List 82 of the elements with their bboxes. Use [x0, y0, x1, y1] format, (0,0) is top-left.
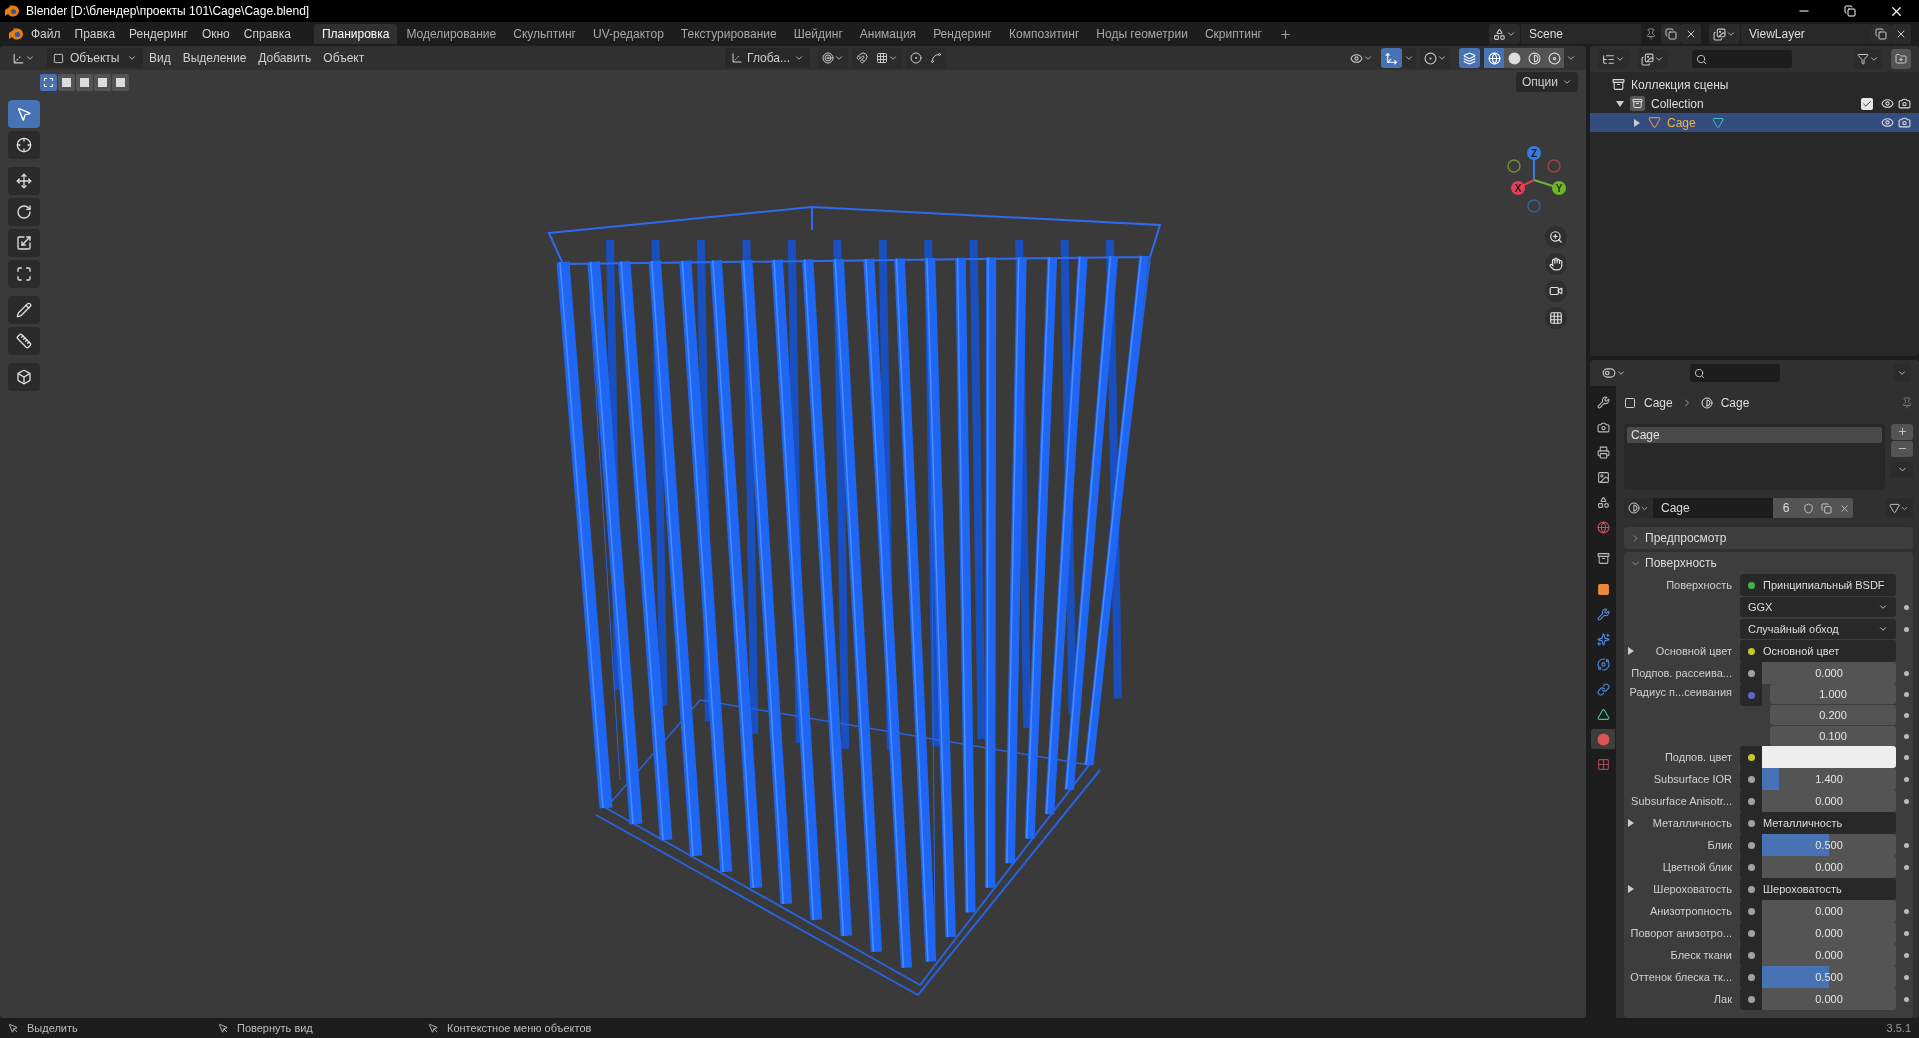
number-field[interactable]: 0.000: [1762, 790, 1896, 812]
axis-label: X: [1514, 182, 1522, 194]
menu-item[interactable]: Вид: [143, 48, 177, 68]
view-layer-name-field[interactable]: ViewLayer: [1741, 24, 1871, 44]
workspace-tab[interactable]: Ноды геометрии: [1088, 24, 1196, 44]
number-field[interactable]: 0.000: [1762, 944, 1896, 966]
number-field[interactable]: 0.000: [1762, 856, 1896, 878]
breadcrumb-item: Cage: [1720, 394, 1750, 412]
menu-item[interactable]: Выделение: [176, 48, 253, 68]
version-label: 3.5.1: [1886, 1020, 1911, 1036]
workspace-tab[interactable]: UV-редактор: [584, 24, 672, 44]
outliner-row[interactable]: Collection: [1590, 94, 1919, 113]
scene-name-field[interactable]: Scene: [1521, 24, 1641, 44]
outliner-row[interactable]: Коллекция сцены: [1590, 75, 1919, 94]
number-field[interactable]: 0.000: [1762, 662, 1896, 684]
menu-item[interactable]: Добавить: [252, 48, 318, 68]
workspace-tab[interactable]: Композитинг: [1000, 24, 1088, 44]
number-field[interactable]: 0.000: [1762, 922, 1896, 944]
value-slider[interactable]: 0.500: [1762, 834, 1896, 856]
value-slider[interactable]: 0.500: [1762, 966, 1896, 988]
menu-item[interactable]: Объект: [317, 48, 371, 68]
dropdown[interactable]: GGX: [1740, 597, 1896, 617]
status-hint: Повернуть вид: [237, 1020, 313, 1036]
options-dropdown[interactable]: Опции: [1515, 72, 1578, 92]
panel-header[interactable]: Поверхность: [1624, 552, 1913, 574]
menu-item[interactable]: Файл: [24, 24, 68, 44]
breadcrumb-item: Cage: [1644, 394, 1673, 412]
outliner-item-label: Collection: [1651, 95, 1704, 113]
status-hint: Выделить: [27, 1020, 78, 1036]
linked-node-field[interactable]: Металличность: [1740, 812, 1896, 834]
linked-node-field[interactable]: Принципиальный BSDF: [1740, 574, 1896, 596]
property-label: Радиус п...сеивания: [1629, 685, 1732, 700]
user-count[interactable]: 6: [1773, 498, 1799, 519]
workspace-tab[interactable]: Шейдинг: [785, 24, 851, 44]
workspace-tab[interactable]: Рендеринг: [925, 24, 1000, 44]
property-label: Цветной блик: [1662, 859, 1732, 875]
menu-item[interactable]: Правка: [67, 24, 123, 44]
menu-item[interactable]: Рендеринг: [122, 24, 195, 44]
workspace-tab[interactable]: Скриптинг: [1196, 24, 1270, 44]
3d-viewport[interactable]: Объекты Вид Выделение Добавить Объект Глоба... Опции Z X Y: [0, 46, 1586, 1018]
workspace-tab[interactable]: Текстурирование: [672, 24, 785, 44]
workspace-tab[interactable]: Анимация: [851, 24, 925, 44]
orientation-dropdown[interactable]: Глоба...: [725, 48, 810, 68]
menu-item[interactable]: Справка: [236, 24, 298, 44]
material-slot[interactable]: Cage: [1627, 426, 1882, 443]
property-label: Поверхность: [1666, 577, 1732, 593]
axis-label: Y: [1555, 182, 1563, 194]
workspace-tab[interactable]: Скульптинг: [505, 24, 584, 44]
value-slider[interactable]: 1.400: [1762, 768, 1896, 790]
property-label: Подпов. цвет: [1664, 749, 1732, 765]
number-field[interactable]: 1.000: [1770, 684, 1896, 704]
property-label: Подпов. рассеива...: [1631, 665, 1732, 681]
window-title: Blender [D:\блендер\проекты 101\Cage\Cage.blend]: [26, 3, 310, 20]
property-label: Металличность: [1652, 815, 1732, 831]
workspace-tab[interactable]: Планировка: [313, 24, 398, 44]
outliner-item-label: Коллекция сцены: [1631, 76, 1729, 94]
property-label: Subsurface Anisotr...: [1631, 793, 1732, 809]
material-name-field[interactable]: Cage: [1653, 498, 1773, 519]
outliner-item-label: Cage: [1667, 114, 1696, 132]
number-field[interactable]: 0.100: [1770, 726, 1896, 746]
property-label: Поворот анизотро...: [1630, 925, 1732, 941]
linked-node-field[interactable]: Основной цвет: [1740, 640, 1896, 662]
property-label: Основной цвет: [1655, 643, 1732, 659]
property-label: Блик: [1707, 837, 1732, 853]
mode-dropdown[interactable]: Объекты: [47, 48, 143, 68]
number-field[interactable]: 0.000: [1762, 988, 1896, 1010]
panel-header[interactable]: Предпросмотр: [1624, 527, 1913, 549]
menu-item[interactable]: Окно: [194, 24, 237, 44]
number-field[interactable]: 0.200: [1770, 705, 1896, 725]
property-label: Анизотропность: [1649, 903, 1732, 919]
number-field[interactable]: 0.000: [1762, 900, 1896, 922]
workspace-tab[interactable]: Моделирование: [398, 24, 505, 44]
outliner-row[interactable]: Cage: [1590, 113, 1919, 132]
property-label: Оттенок блеска тк...: [1630, 969, 1732, 985]
axis-label: Z: [1530, 147, 1538, 159]
status-hint: Контекстное меню объектов: [447, 1020, 592, 1036]
property-label: Лак: [1713, 991, 1732, 1007]
property-label: Subsurface IOR: [1653, 771, 1732, 787]
dropdown[interactable]: Случайный обход: [1740, 619, 1896, 639]
property-label: Блеск ткани: [1670, 947, 1732, 963]
linked-node-field[interactable]: Шероховатость: [1740, 878, 1896, 900]
property-label: Шероховатость: [1653, 881, 1732, 897]
